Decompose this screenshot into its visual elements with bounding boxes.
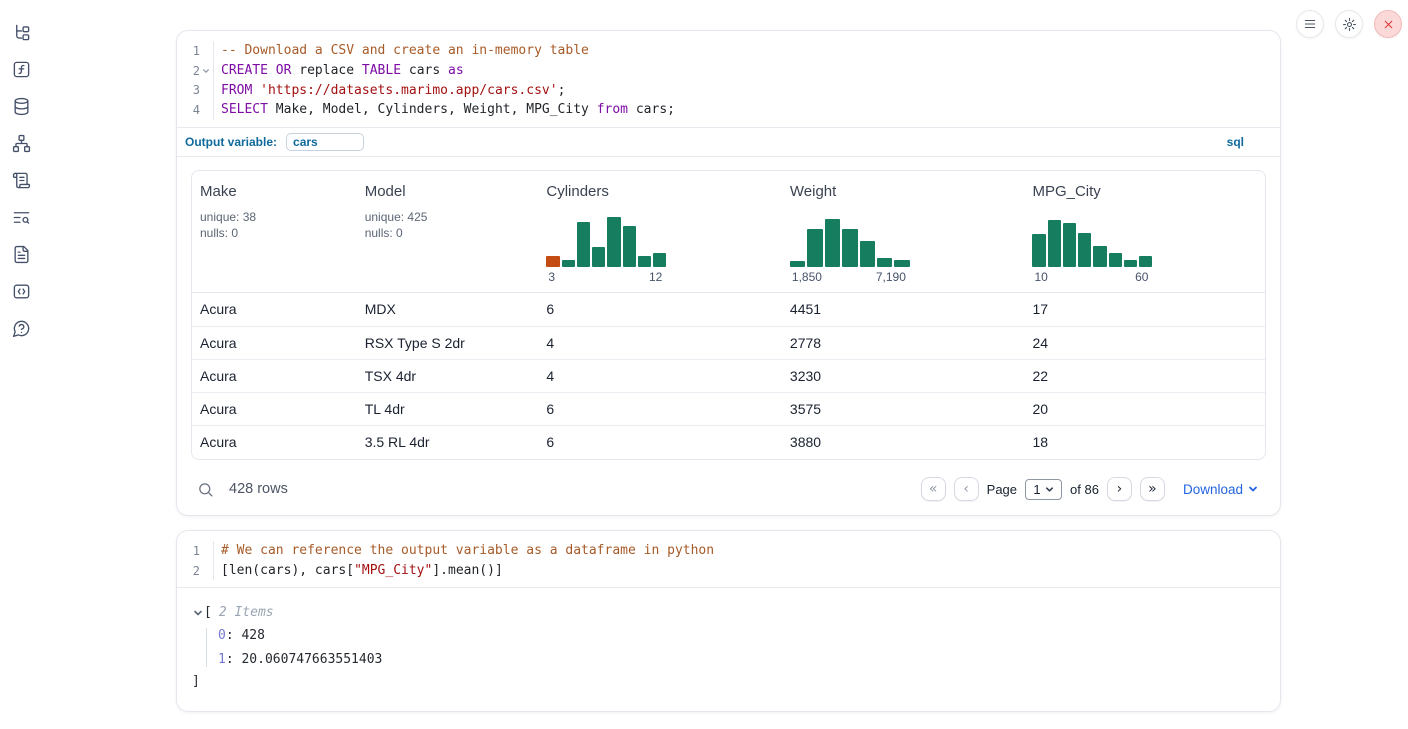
weight-histogram: 1,850 7,190 (790, 217, 910, 284)
code-line: 3 FROM 'https://datasets.marimo.app/cars… (177, 80, 1280, 100)
line-number: 3 (177, 83, 200, 97)
close-x-icon (1382, 18, 1395, 31)
function-icon[interactable] (11, 59, 31, 79)
table-row: AcuraRSX Type S 2dr4277824 (192, 326, 1265, 359)
column-header-mpg-city: MPG_City 10 60 (1024, 171, 1265, 292)
shutdown-button[interactable] (1374, 10, 1402, 38)
list-item: 0: 428 (218, 628, 1280, 643)
column-nulls-stat: nulls: 0 (365, 225, 539, 241)
column-header-model: Model unique: 425 nulls: 0 (357, 171, 539, 292)
prev-page-button[interactable]: ‹ (954, 477, 979, 501)
column-title[interactable]: MPG_City (1032, 183, 1265, 200)
column-title[interactable]: Cylinders (546, 183, 782, 200)
settings-gear-icon (1342, 17, 1357, 32)
code-line: 2 [len(cars), cars["MPG_City"].mean()] (177, 561, 1280, 581)
table-footer: 428 rows « ‹ Page 1 of 86 › » Download (197, 474, 1258, 504)
cylinders-histogram: 3 12 (546, 217, 666, 284)
logs-search-icon[interactable] (11, 207, 31, 227)
histogram-min-label: 3 (548, 270, 555, 284)
close-bracket: ] (192, 674, 1280, 689)
histogram-max-label: 7,190 (876, 270, 906, 284)
python-code-editor[interactable]: 1 # We can reference the output variable… (177, 531, 1280, 587)
line-number: 1 (177, 44, 200, 58)
histogram-bars[interactable] (790, 217, 910, 267)
histogram-max-label: 60 (1135, 270, 1148, 284)
language-badge[interactable]: sql (1227, 135, 1244, 149)
help-icon[interactable] (11, 318, 31, 338)
page-total-label: of 86 (1070, 482, 1099, 497)
column-title[interactable]: Make (200, 183, 357, 200)
search-icon[interactable] (197, 481, 214, 498)
first-page-button[interactable]: « (921, 477, 946, 501)
cell-output-tree: [ 2 Items 0: 428 1: 20.060747663551403 ] (177, 588, 1280, 689)
output-variable-label: Output variable: (185, 135, 277, 149)
code-line: 4 SELECT Make, Model, Cylinders, Weight,… (177, 100, 1280, 120)
file-tree-icon[interactable] (11, 22, 31, 42)
documentation-icon[interactable] (11, 244, 31, 264)
histogram-bars[interactable] (1032, 217, 1152, 267)
python-cell: 1 # We can reference the output variable… (176, 530, 1281, 712)
table-row: AcuraTL 4dr6357520 (192, 392, 1265, 425)
open-bracket: [ (204, 605, 212, 620)
column-title[interactable]: Weight (790, 183, 1025, 200)
helper-panel-sidebar (0, 0, 42, 338)
code-line: 1 -- Download a CSV and create an in-mem… (177, 41, 1280, 61)
sql-code-editor[interactable]: 1 -- Download a CSV and create an in-mem… (177, 31, 1280, 127)
page-label: Page (987, 482, 1017, 497)
column-nulls-stat: nulls: 0 (200, 225, 357, 241)
table-row: AcuraMDX6445117 (192, 293, 1265, 326)
last-page-button[interactable]: » (1140, 477, 1165, 501)
next-page-button[interactable]: › (1107, 477, 1132, 501)
row-count: 428 rows (229, 481, 288, 497)
table-row: Acura3.5 RL 4dr6388018 (192, 425, 1265, 458)
table-header: Make unique: 38 nulls: 0 Model unique: 4… (192, 171, 1265, 293)
fold-chevron-icon[interactable] (200, 67, 211, 75)
code-line: 2 CREATE OR replace TABLE cars as (177, 61, 1280, 81)
line-number: 1 (177, 544, 200, 558)
dependency-graph-icon[interactable] (11, 133, 31, 153)
histogram-bars[interactable] (546, 217, 666, 267)
line-number: 2 (177, 564, 200, 578)
settings-button[interactable] (1335, 10, 1363, 38)
table-row: AcuraTSX 4dr4323022 (192, 359, 1265, 392)
line-number: 4 (177, 103, 200, 117)
sql-cell: 1 -- Download a CSV and create an in-mem… (176, 30, 1281, 516)
download-button[interactable]: Download (1183, 482, 1258, 497)
code-line: 1 # We can reference the output variable… (177, 541, 1280, 561)
mpg-city-histogram: 10 60 (1032, 217, 1152, 284)
column-header-weight: Weight 1,850 7,190 (782, 171, 1025, 292)
histogram-min-label: 1,850 (792, 270, 822, 284)
notebook-actions-toolbar (1296, 10, 1402, 38)
column-header-make: Make unique: 38 nulls: 0 (192, 171, 357, 292)
output-variable-input[interactable] (286, 133, 364, 151)
chevron-down-icon (1045, 485, 1054, 494)
line-number: 2 (177, 64, 200, 78)
items-count-label: 2 Items (212, 605, 274, 620)
column-unique-stat: unique: 38 (200, 209, 357, 225)
column-unique-stat: unique: 425 (365, 209, 539, 225)
menu-icon (1303, 17, 1317, 31)
histogram-min-label: 10 (1034, 270, 1047, 284)
histogram-max-label: 12 (649, 270, 662, 284)
menu-button[interactable] (1296, 10, 1324, 38)
scratchpad-icon[interactable] (11, 170, 31, 190)
chevron-down-icon (1248, 484, 1258, 494)
column-header-cylinders: Cylinders 3 12 (538, 171, 782, 292)
column-title[interactable]: Model (365, 183, 539, 200)
list-item: 1: 20.060747663551403 (218, 652, 1280, 667)
snippets-icon[interactable] (11, 281, 31, 301)
page-select[interactable]: 1 (1025, 479, 1062, 500)
collapse-chevron-icon[interactable] (193, 608, 203, 618)
data-table: Make unique: 38 nulls: 0 Model unique: 4… (191, 170, 1266, 460)
database-icon[interactable] (11, 96, 31, 116)
output-variable-row: Output variable: sql (177, 127, 1280, 156)
